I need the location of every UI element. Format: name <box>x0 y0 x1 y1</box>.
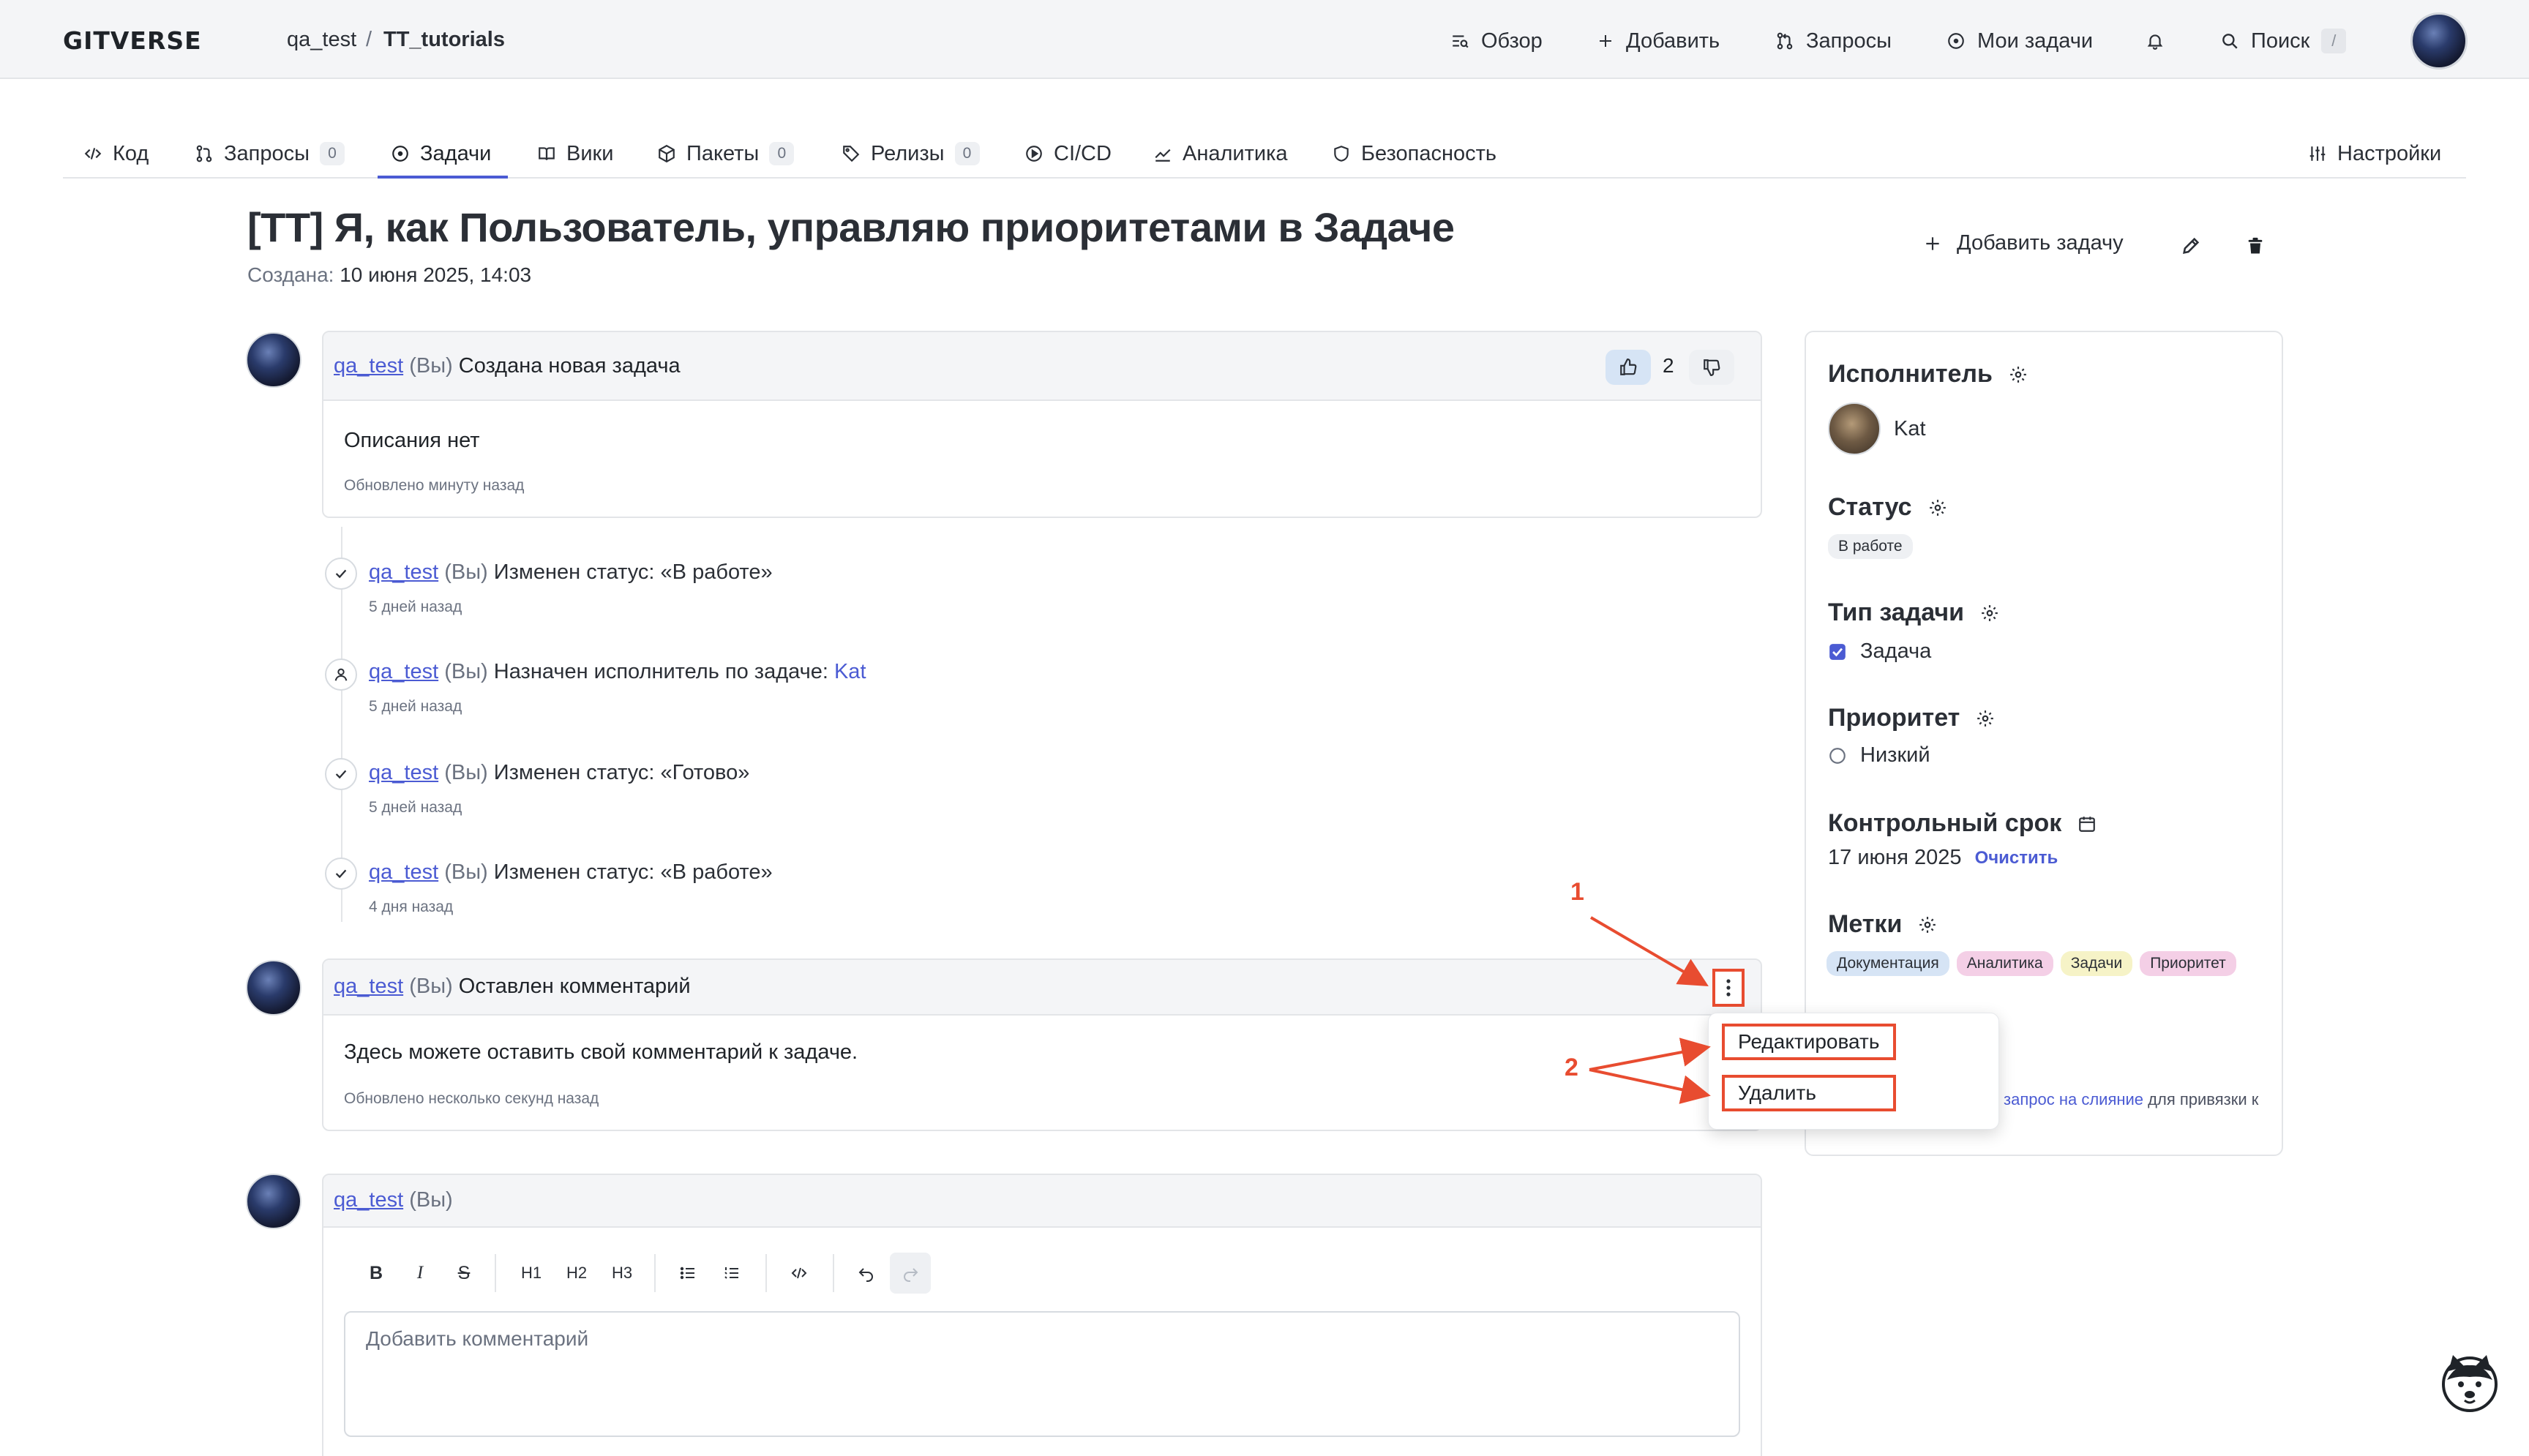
annotation-arrow-2b <box>1589 1068 1711 1104</box>
bold-button[interactable]: B <box>356 1253 397 1294</box>
code-icon <box>790 1264 808 1282</box>
numbered-list-button[interactable] <box>711 1253 752 1294</box>
bullet-list-button[interactable] <box>667 1253 708 1294</box>
heading-1-button[interactable]: H1 <box>511 1253 552 1294</box>
toolbar-divider <box>833 1254 834 1292</box>
assistant-mascot-button[interactable] <box>2438 1351 2501 1414</box>
comment-placeholder: Добавить комментарий <box>366 1327 589 1350</box>
annotation-marker-2: 2 <box>1565 1054 1578 1081</box>
bullet-list-icon <box>679 1264 697 1282</box>
new-comment-avatar <box>246 1174 301 1229</box>
italic-button[interactable]: I <box>400 1253 441 1294</box>
numbered-list-icon <box>723 1264 741 1282</box>
undo-button[interactable] <box>846 1253 887 1294</box>
new-comment-header-text: qa_test (Вы) <box>334 1188 453 1212</box>
redo-button[interactable] <box>890 1253 931 1294</box>
heading-2-button[interactable]: H2 <box>556 1253 597 1294</box>
dog-mascot-icon <box>2438 1351 2501 1414</box>
toolbar-divider <box>654 1254 656 1292</box>
code-block-button[interactable] <box>779 1253 820 1294</box>
you-marker: (Вы) <box>409 1188 453 1212</box>
new-comment-header: qa_test (Вы) <box>323 1175 1761 1228</box>
comment-input[interactable]: Добавить комментарий <box>344 1311 1740 1437</box>
annotation-arrow-2a <box>1589 1037 1711 1071</box>
undo-icon <box>858 1264 875 1282</box>
annotation-arrow-1 <box>1589 916 1709 987</box>
toolbar-divider <box>765 1254 767 1292</box>
redo-icon <box>902 1264 919 1282</box>
strikethrough-button[interactable]: S <box>443 1253 484 1294</box>
new-comment-user-link[interactable]: qa_test <box>334 1188 403 1212</box>
annotation-marker-1: 1 <box>1570 878 1584 906</box>
toolbar-divider <box>495 1254 496 1292</box>
heading-3-button[interactable]: H3 <box>602 1253 642 1294</box>
